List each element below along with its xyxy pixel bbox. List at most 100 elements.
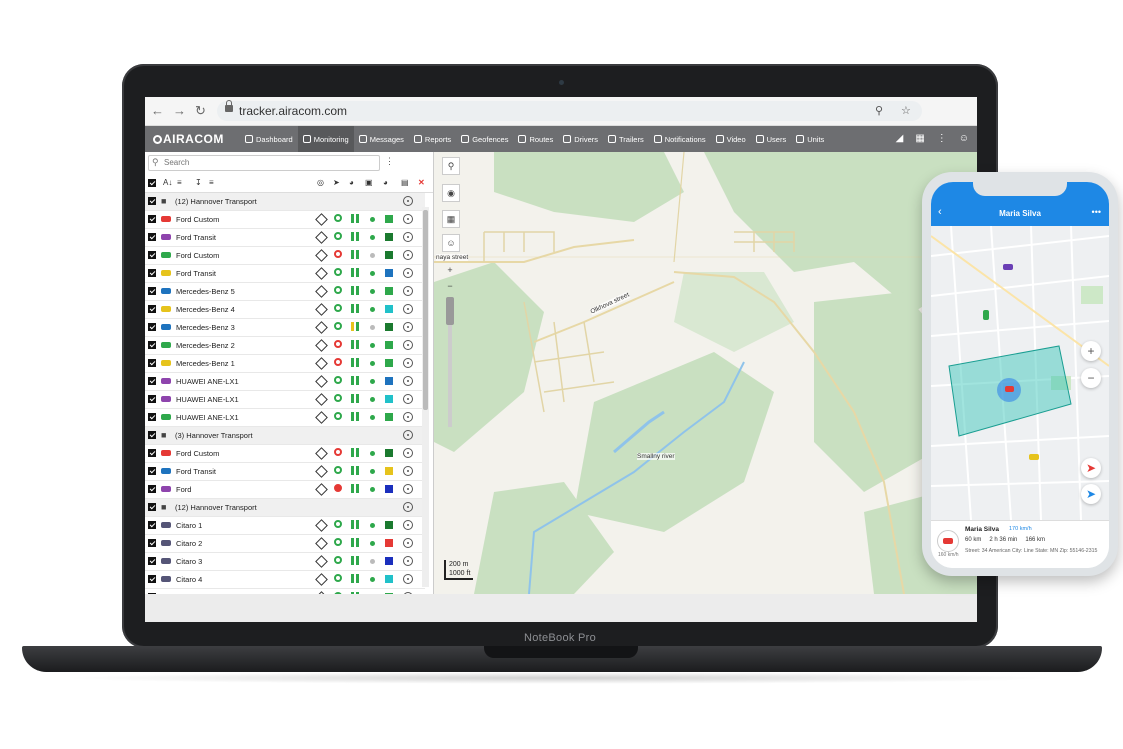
nav-dashboard[interactable]: Dashboard (240, 126, 298, 152)
sort-az-icon[interactable]: A↓ (163, 178, 172, 187)
scrollbar-thumb[interactable] (423, 210, 428, 410)
map-view[interactable]: ⚲ ◉ ▦ ☺ + − naya street Olkhova street S… (434, 152, 977, 594)
unit-row[interactable]: HUAWEI ANE-LX1 (145, 409, 425, 427)
row-checkbox[interactable] (148, 323, 156, 331)
target-icon[interactable] (403, 412, 413, 422)
row-checkbox[interactable] (148, 395, 156, 403)
unit-row[interactable]: Ford Custom (145, 211, 425, 229)
unit-row[interactable]: Mercedes-Benz 2 (145, 337, 425, 355)
unit-row[interactable]: Citaro 1 (145, 517, 425, 535)
row-checkbox[interactable] (148, 233, 156, 241)
target-icon[interactable] (403, 268, 413, 278)
row-checkbox[interactable] (148, 539, 156, 547)
unit-row[interactable]: Ford Transit (145, 463, 425, 481)
target-icon[interactable] (403, 340, 413, 350)
monitor-icon[interactable]: ▣ (365, 178, 373, 187)
row-checkbox[interactable] (148, 377, 156, 385)
target-icon[interactable] (403, 466, 413, 476)
unit-row[interactable]: Ford Transit (145, 229, 425, 247)
unit-row[interactable]: Ford Transit (145, 265, 425, 283)
map-layers-icon[interactable]: ▦ (442, 210, 460, 228)
row-checkbox[interactable] (148, 305, 156, 313)
row-checkbox[interactable] (148, 575, 156, 583)
target-icon[interactable] (403, 502, 413, 512)
target-icon[interactable] (403, 358, 413, 368)
row-checkbox[interactable] (148, 251, 156, 259)
unit-row[interactable]: Mercedes-Benz 1 (145, 355, 425, 373)
unit-row[interactable]: Ford (145, 481, 425, 499)
unit-row[interactable]: Mercedes-Benz 3 (145, 319, 425, 337)
row-checkbox[interactable] (148, 503, 156, 511)
row-checkbox[interactable] (148, 431, 156, 439)
nav-messages[interactable]: Messages (354, 126, 409, 152)
brand-logo[interactable]: AIRACOM (153, 132, 224, 146)
gauge-icon[interactable]: ◕ (383, 178, 388, 187)
phone-map[interactable]: + − ➤ ➤ (931, 226, 1109, 520)
target-icon[interactable] (403, 196, 413, 206)
group-row[interactable]: ■ (3) Hannover Transport (145, 427, 425, 445)
target-icon[interactable] (403, 520, 413, 530)
nav-trailers[interactable]: Trailers (603, 126, 649, 152)
nav-notifications[interactable]: Notifications (649, 126, 711, 152)
target-icon[interactable] (403, 538, 413, 548)
row-checkbox[interactable] (148, 521, 156, 529)
show-all-icon[interactable]: ≡ (209, 178, 214, 187)
unit-row[interactable]: Citaro 4 (145, 571, 425, 589)
grid-icon[interactable]: ▦ (915, 133, 924, 144)
delete-icon[interactable]: ✕ (418, 178, 425, 187)
more-vertical-icon[interactable]: ⋮ (385, 156, 394, 167)
target-icon[interactable] (403, 304, 413, 314)
zoom-slider-handle[interactable] (446, 297, 454, 325)
target-icon[interactable] (403, 322, 413, 332)
unit-row[interactable]: Mercedes-Benz 5 (145, 283, 425, 301)
zoom-in-icon[interactable]: + (442, 262, 458, 278)
row-checkbox[interactable] (148, 341, 156, 349)
target-icon[interactable] (403, 232, 413, 242)
clipboard-icon[interactable]: ▤ (401, 178, 409, 187)
search-box[interactable]: ⚲ (148, 155, 380, 171)
account-icon[interactable]: ☺ (959, 133, 969, 144)
arrow-circle-icon[interactable]: ➤ (333, 178, 340, 187)
zoom-out-icon[interactable]: − (1081, 368, 1101, 388)
target-icon[interactable] (403, 430, 413, 440)
nav-users[interactable]: Users (751, 126, 792, 152)
nav-reports[interactable]: Reports (409, 126, 456, 152)
target-icon[interactable] (403, 286, 413, 296)
nav-video[interactable]: Video (711, 126, 751, 152)
target-icon[interactable] (403, 448, 413, 458)
target-icon[interactable]: ◎ (317, 178, 324, 187)
map-search-icon[interactable]: ⚲ (442, 157, 460, 175)
unit-row[interactable]: Mercedes-Benz 4 (145, 301, 425, 319)
zoom-in-icon[interactable]: + (1081, 341, 1101, 361)
reload-icon[interactable]: ↻ (195, 103, 206, 119)
target-icon[interactable] (403, 574, 413, 584)
ruler-icon[interactable]: ◢ (896, 133, 904, 144)
sort-list-icon[interactable]: ≡ (177, 178, 182, 187)
row-checkbox[interactable] (148, 485, 156, 493)
more-vertical-icon[interactable]: ⋮ (937, 133, 947, 144)
nav-monitoring[interactable]: Monitoring (297, 126, 354, 152)
row-checkbox[interactable] (148, 413, 156, 421)
arrow-left-icon[interactable]: ← (151, 103, 164, 118)
target-icon[interactable] (403, 250, 413, 260)
group-row[interactable]: ■ (12) Hannover Transport (145, 193, 425, 211)
row-checkbox[interactable] (148, 359, 156, 367)
target-icon[interactable] (403, 556, 413, 566)
locate-icon[interactable]: ➤ (1081, 484, 1101, 504)
search-input[interactable] (164, 156, 364, 169)
unit-row[interactable]: HUAWEI ANE-LX1 (145, 391, 425, 409)
group-row[interactable]: ■ (12) Hannover Transport (145, 499, 425, 517)
zoom-out-icon[interactable]: − (442, 278, 458, 294)
unit-row[interactable]: Citaro 3 (145, 553, 425, 571)
target-icon[interactable] (403, 484, 413, 494)
arrow-right-icon[interactable]: → (173, 103, 186, 118)
row-checkbox[interactable] (148, 557, 156, 565)
row-checkbox[interactable] (148, 467, 156, 475)
sort-down-icon[interactable]: ↧ (195, 178, 202, 187)
map-user-icon[interactable]: ☺ (442, 234, 460, 252)
key-icon[interactable]: ⚲ (875, 104, 883, 117)
target-icon[interactable] (403, 394, 413, 404)
row-checkbox[interactable] (148, 215, 156, 223)
signal-icon[interactable]: ◕ (349, 178, 354, 187)
row-checkbox[interactable] (148, 269, 156, 277)
